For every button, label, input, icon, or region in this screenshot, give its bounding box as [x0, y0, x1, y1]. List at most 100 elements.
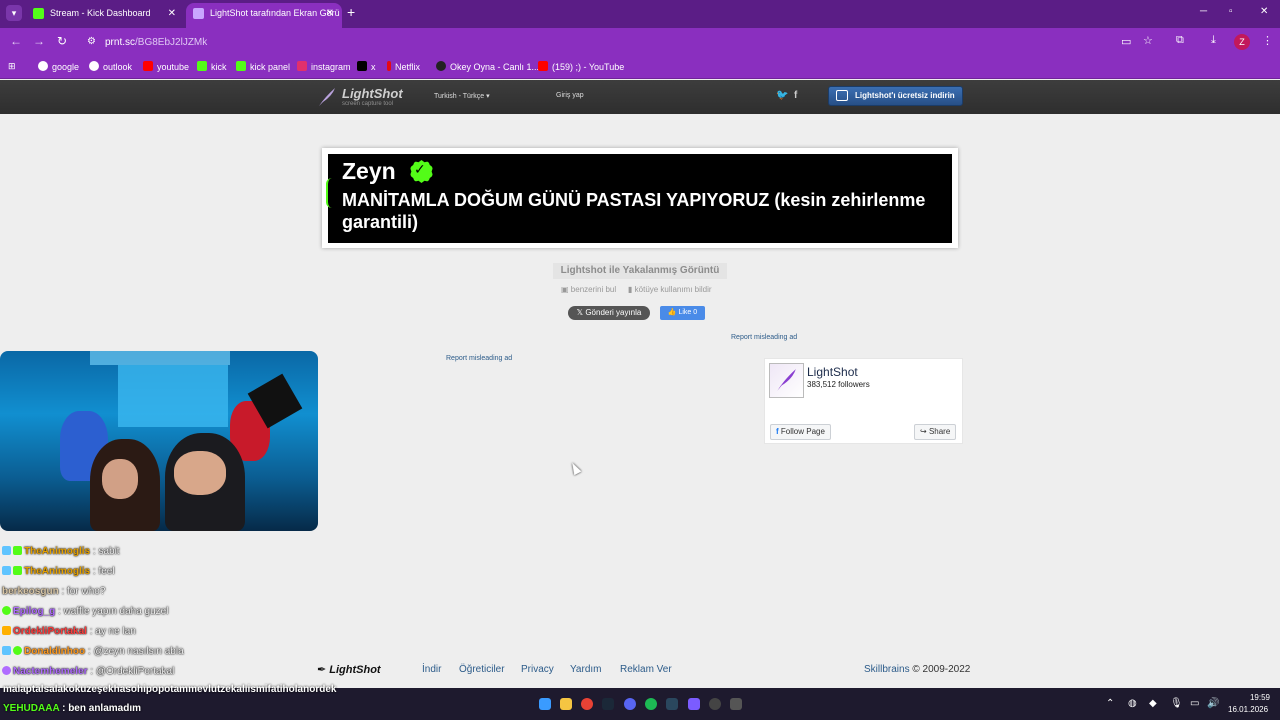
kick-favicon-icon	[33, 8, 44, 19]
bookmark-kick[interactable]: kick	[197, 61, 227, 72]
cast-icon[interactable]: ▭	[1121, 35, 1131, 48]
facebook-icon[interactable]: f	[794, 90, 797, 101]
footer-link-privacy[interactable]: Privacy	[521, 664, 554, 675]
extensions-icon[interactable]: ⧉	[1176, 34, 1184, 47]
chat-username[interactable]: berkeosgun	[2, 586, 59, 597]
trash-icon: ▮	[628, 285, 633, 294]
bookmark-youtube[interactable]: youtube	[143, 61, 189, 72]
back-arrow-icon[interactable]: ←	[10, 34, 22, 48]
tab-lightshot[interactable]: LightShot tarafından Ekran Görü ✕	[186, 3, 342, 28]
tab-kick-dashboard[interactable]: Stream - Kick Dashboard ✕	[26, 3, 184, 28]
steam-icon[interactable]	[602, 698, 614, 710]
bookmark-google[interactable]: google	[38, 61, 79, 72]
spotify-icon[interactable]	[645, 698, 657, 710]
new-tab-button[interactable]: +	[347, 4, 355, 20]
obs-icon[interactable]	[709, 698, 721, 710]
chat-username[interactable]: Donaldinhoo	[24, 646, 85, 657]
google-icon	[38, 61, 48, 71]
badge-icon	[2, 626, 11, 635]
site-logo[interactable]: LightShot	[342, 86, 403, 101]
footer-link-download[interactable]: İndir	[422, 664, 441, 675]
follow-page-button[interactable]: f Follow Page	[770, 424, 831, 440]
app-icon[interactable]	[730, 698, 742, 710]
chat-username[interactable]: Epilog_g	[13, 606, 55, 617]
restore-button[interactable]: ▫	[1229, 6, 1233, 17]
report-ad-link[interactable]: Report misleading ad	[446, 355, 512, 362]
facebook-page-name[interactable]: LightShot	[807, 365, 858, 379]
tab-search-menu[interactable]: ▾	[6, 5, 22, 21]
bookmark-star-icon[interactable]: ☆	[1143, 34, 1153, 47]
network-icon[interactable]: ▭	[1190, 698, 1199, 709]
steam-icon[interactable]	[666, 698, 678, 710]
chrome-icon[interactable]	[581, 698, 593, 710]
discord-icon[interactable]	[624, 698, 636, 710]
ticker-username: YEHUDAAA	[3, 703, 60, 714]
chat-username[interactable]: OrdekliPortakal	[13, 626, 87, 637]
footer-link-tutorials[interactable]: Öğreticiler	[459, 664, 505, 675]
tweet-button[interactable]: 𝕏 Gönderi yayınla	[568, 306, 650, 320]
bookmark-kick-panel[interactable]: kick panel	[236, 61, 290, 72]
bookmark-label: kick panel	[250, 62, 291, 72]
url-host: prnt.sc	[105, 37, 136, 48]
minimize-button[interactable]: ─	[1200, 6, 1207, 17]
app-icon[interactable]	[688, 698, 700, 710]
find-similar-link[interactable]: ▣ benzerini bul	[561, 285, 616, 294]
file-explorer-icon[interactable]	[560, 698, 572, 710]
download-button[interactable]: Lightshot'ı ücretsiz indirin	[828, 86, 963, 106]
steam-tray-icon[interactable]: ◆	[1149, 698, 1157, 709]
share-button[interactable]: ↪ Share	[914, 424, 957, 440]
clock-time[interactable]: 19:59	[1240, 693, 1270, 702]
site-info-icon[interactable]: ⚙	[87, 36, 96, 47]
ticker-text: : ben anlamadım	[59, 703, 141, 714]
bookmark-youtube-video[interactable]: (159) ;) - YouTube	[538, 61, 624, 72]
bookmark-label: google	[52, 62, 80, 72]
bookmark-instagram[interactable]: instagram	[297, 61, 351, 72]
report-ad-link[interactable]: Report misleading ad	[731, 334, 797, 341]
close-icon[interactable]: ✕	[326, 3, 334, 24]
netflix-icon	[387, 61, 391, 71]
download-icon[interactable]: ⤓	[1211, 34, 1216, 47]
footer-link-advertise[interactable]: Reklam Ver	[620, 664, 672, 675]
microphone-icon[interactable]: 🎙	[1170, 698, 1183, 709]
chat-username[interactable]: TheAnimoglis	[24, 566, 90, 577]
badge-icon	[2, 566, 11, 575]
kick-icon	[236, 61, 246, 71]
close-icon[interactable]: ✕	[168, 3, 176, 24]
reload-icon[interactable]: ↻	[57, 34, 67, 48]
bookmark-outlook[interactable]: outlook	[89, 61, 132, 72]
bookmark-x[interactable]: x	[357, 61, 376, 72]
login-link[interactable]: Giriş yap	[556, 92, 584, 99]
chat-username[interactable]: TheAnimoglis	[24, 546, 90, 557]
profile-avatar[interactable]: Z	[1234, 34, 1250, 50]
share-label: Share	[928, 427, 951, 436]
report-abuse-link[interactable]: ▮ kötüye kullanımı bildir	[628, 285, 712, 294]
bookmark-okey[interactable]: Okey Oyna - Canlı 1...	[436, 61, 539, 72]
discord-tray-icon[interactable]: ◍	[1128, 698, 1137, 709]
volume-icon[interactable]: 🔊	[1207, 698, 1219, 709]
footer-logo[interactable]: ✒ LightShot	[317, 663, 381, 676]
footer-link-help[interactable]: Yardım	[570, 664, 602, 675]
url-field[interactable]: prnt.sc/BG8EbJ2lJZMk	[105, 37, 207, 48]
footer-company-link[interactable]: Skillbrains	[864, 664, 910, 675]
language-select[interactable]: Turkish - Türkçe ▾	[434, 92, 490, 100]
windows-start-icon[interactable]	[539, 698, 551, 710]
footer-copyright: Skillbrains © 2009-2022	[864, 664, 970, 675]
more-menu-icon[interactable]: ⋮	[1262, 34, 1273, 47]
close-window-button[interactable]: ✕	[1260, 6, 1268, 17]
face	[174, 451, 226, 495]
bookmark-label: outlook	[103, 62, 133, 72]
apps-grid-icon[interactable]: ⊞	[8, 61, 16, 72]
youtube-icon	[538, 61, 548, 71]
clock-date[interactable]: 16.01.2026	[1228, 705, 1268, 714]
chat-username[interactable]: Nactemhemeler	[13, 666, 87, 677]
feather-logo-icon[interactable]	[317, 87, 337, 107]
tray-chevron-icon[interactable]: ⌃	[1106, 698, 1114, 709]
copyright-text: © 2009-2022	[909, 664, 971, 675]
bookmark-netflix[interactable]: Netflix	[387, 61, 420, 72]
feather-logo-icon	[777, 369, 796, 391]
tweet-label: Gönderi yayınla	[585, 308, 642, 317]
webcam-overlay	[0, 351, 318, 531]
twitter-icon[interactable]: 🐦	[776, 90, 788, 101]
forward-arrow-icon[interactable]: →	[33, 34, 45, 48]
facebook-like-button[interactable]: 👍 Like 0	[660, 306, 705, 320]
